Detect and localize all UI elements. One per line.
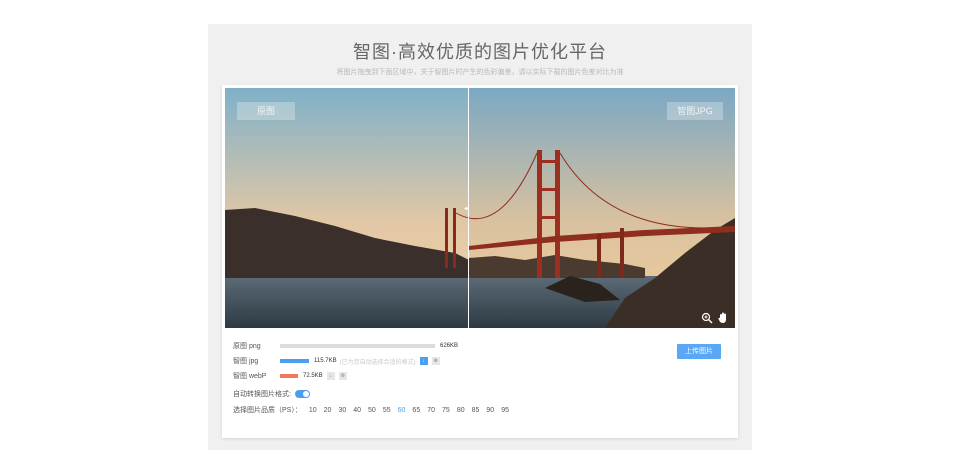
quality-option-60[interactable]: 60	[398, 407, 406, 414]
zoom-in-icon[interactable]	[701, 312, 713, 324]
quality-option-90[interactable]: 90	[486, 407, 494, 414]
page-subtitle: 将图片拖曳到下面区域中，关于智图片时产生的色彩偏差，请以实际下载的图片色差对比为…	[336, 69, 624, 76]
stat-label: 智图 webP	[233, 373, 267, 380]
quality-option-70[interactable]: 70	[427, 407, 435, 414]
quality-options: 10 20 30 40 50 55 60 65 70 75 80 85 90 95	[302, 407, 509, 414]
stat-row-webp: 智图 webP 72.5KB ↓ ⊗	[233, 370, 347, 382]
quality-option-55[interactable]: 55	[383, 407, 391, 414]
quality-label: 选择图片品质（PS）：	[233, 407, 302, 414]
auto-format-note: (已为您自动选择合适的格式)	[339, 359, 416, 366]
file-size: 115.7KB	[314, 358, 337, 364]
image-compare-viewer[interactable]: 原图 智图JPG ◂▸	[225, 88, 735, 328]
quality-option-85[interactable]: 85	[472, 407, 480, 414]
upload-button[interactable]: 上传图片	[677, 344, 721, 359]
optimized-format-tag: 智图JPG	[667, 102, 723, 120]
quality-option-95[interactable]: 95	[501, 407, 509, 414]
remove-icon[interactable]: ⊗	[338, 372, 347, 380]
bridge-photo	[225, 88, 735, 328]
remove-icon[interactable]: ⊗	[431, 357, 440, 365]
download-icon[interactable]: ↓	[419, 357, 428, 365]
auto-convert-label: 自动转换图片格式:	[233, 391, 291, 398]
size-bar	[280, 359, 309, 363]
quality-option-75[interactable]: 75	[442, 407, 450, 414]
quality-option-50[interactable]: 50	[368, 407, 376, 414]
auto-convert-toggle[interactable]	[294, 390, 310, 398]
original-tag: 原图	[237, 102, 295, 120]
main-panel: 智图·高效优质的图片优化平台 将图片拖曳到下面区域中，关于智图片时产生的色彩偏差…	[208, 24, 752, 450]
quality-option-65[interactable]: 65	[412, 407, 420, 414]
quality-row: 选择图片品质（PS）： 10 20 30 40 50 55 60 65 70 75 80 85 90 95	[233, 404, 509, 416]
stat-row-jpg: 智图 jpg 115.7KB (已为您自动选择合适的格式) ↓ ⊗	[233, 355, 440, 367]
compare-handle[interactable]: ◂▸	[464, 205, 469, 212]
auto-convert-row: 自动转换图片格式:	[233, 388, 310, 400]
file-size: 626KB	[440, 343, 459, 349]
quality-option-20[interactable]: 20	[324, 407, 332, 414]
page-title: 智图·高效优质的图片优化平台	[353, 42, 607, 62]
compare-divider[interactable]	[468, 88, 469, 328]
download-icon[interactable]: ↓	[326, 372, 335, 380]
quality-option-10[interactable]: 10	[309, 407, 317, 414]
hand-icon[interactable]	[717, 312, 729, 324]
file-size: 72.5KB	[303, 373, 323, 379]
stat-label: 原图 png	[233, 343, 261, 350]
compare-card: 原图 智图JPG ◂▸ 原图 png 626KB 智图 jpg 115.7KB …	[222, 85, 738, 438]
size-bar	[280, 374, 298, 378]
quality-option-80[interactable]: 80	[457, 407, 465, 414]
stat-label: 智图 jpg	[233, 358, 259, 365]
stat-row-original: 原图 png 626KB	[233, 340, 458, 352]
quality-option-30[interactable]: 30	[338, 407, 346, 414]
size-bar	[280, 344, 435, 348]
quality-option-40[interactable]: 40	[353, 407, 361, 414]
